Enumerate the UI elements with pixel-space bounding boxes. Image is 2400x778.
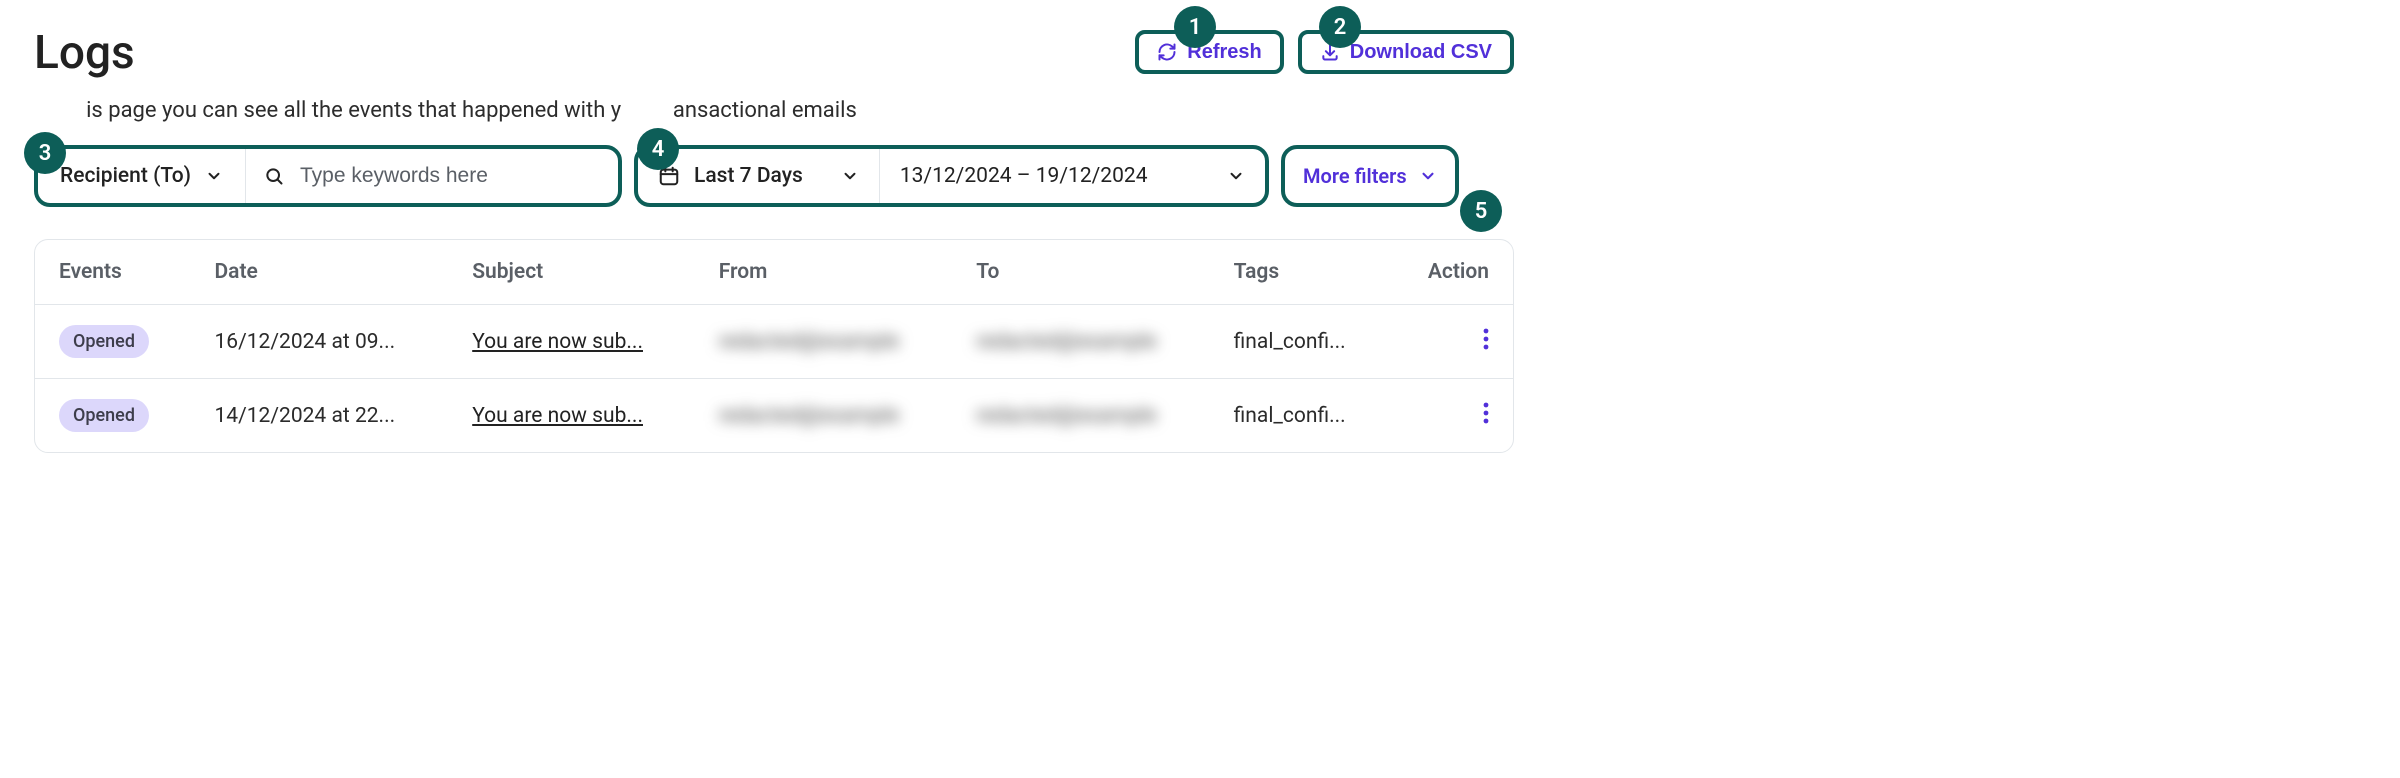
callout-3: 3 [24, 132, 66, 174]
search-input[interactable] [298, 163, 588, 189]
chevron-down-icon [1419, 167, 1437, 185]
cell-to: redacted@example [976, 404, 1156, 428]
chevron-down-icon [1227, 167, 1245, 185]
recipient-search-box: Recipient (To) [34, 145, 622, 207]
chevron-down-icon [205, 167, 223, 185]
cell-to: redacted@example [976, 330, 1156, 354]
col-to: To [952, 240, 1209, 305]
search-icon [264, 166, 284, 186]
callout-2: 2 [1319, 6, 1361, 48]
col-events: Events [35, 240, 190, 305]
event-badge: Opened [59, 325, 149, 358]
page-title: Logs [34, 30, 135, 76]
callout-1: 1 [1174, 6, 1216, 48]
chevron-down-icon [829, 167, 859, 185]
logs-table: Events Date Subject From To Tags Action … [34, 239, 1514, 453]
refresh-icon [1157, 42, 1177, 62]
subject-link[interactable]: You are now sub... [472, 404, 643, 428]
col-action: Action [1390, 240, 1513, 305]
callout-5: 5 [1460, 190, 1502, 232]
subject-link[interactable]: You are now sub... [472, 330, 643, 354]
date-range-box: Last 7 Days 13/12/2024 – 19/12/2024 [634, 145, 1269, 207]
date-range-picker[interactable]: 13/12/2024 – 19/12/2024 [880, 149, 1265, 203]
col-subject: Subject [448, 240, 695, 305]
search-segment [246, 149, 606, 203]
cell-date: 16/12/2024 at 09... [190, 305, 448, 379]
cell-from: redacted@example [719, 330, 899, 354]
cell-tags: final_confi... [1210, 305, 1390, 379]
recipient-dropdown-label: Recipient (To) [60, 164, 191, 188]
date-range-label: 13/12/2024 – 19/12/2024 [900, 164, 1148, 188]
date-preset-label: Last 7 Days [694, 164, 803, 188]
download-csv-label: Download CSV [1350, 42, 1492, 62]
more-filters-button[interactable]: More filters [1281, 145, 1459, 207]
page-subtitle: On this page you can see all the events … [34, 98, 1514, 123]
col-date: Date [190, 240, 448, 305]
table-row: Opened 14/12/2024 at 22... You are now s… [35, 379, 1513, 453]
row-actions-menu[interactable] [1483, 405, 1489, 430]
cell-tags: final_confi... [1210, 379, 1390, 453]
recipient-dropdown[interactable]: Recipient (To) [38, 149, 246, 203]
event-badge: Opened [59, 399, 149, 432]
cell-from: redacted@example [719, 404, 899, 428]
row-actions-menu[interactable] [1483, 331, 1489, 356]
callout-4: 4 [637, 128, 679, 170]
more-filters-label: More filters [1303, 164, 1407, 188]
cell-date: 14/12/2024 at 22... [190, 379, 448, 453]
table-row: Opened 16/12/2024 at 09... You are now s… [35, 305, 1513, 379]
col-tags: Tags [1210, 240, 1390, 305]
col-from: From [695, 240, 952, 305]
